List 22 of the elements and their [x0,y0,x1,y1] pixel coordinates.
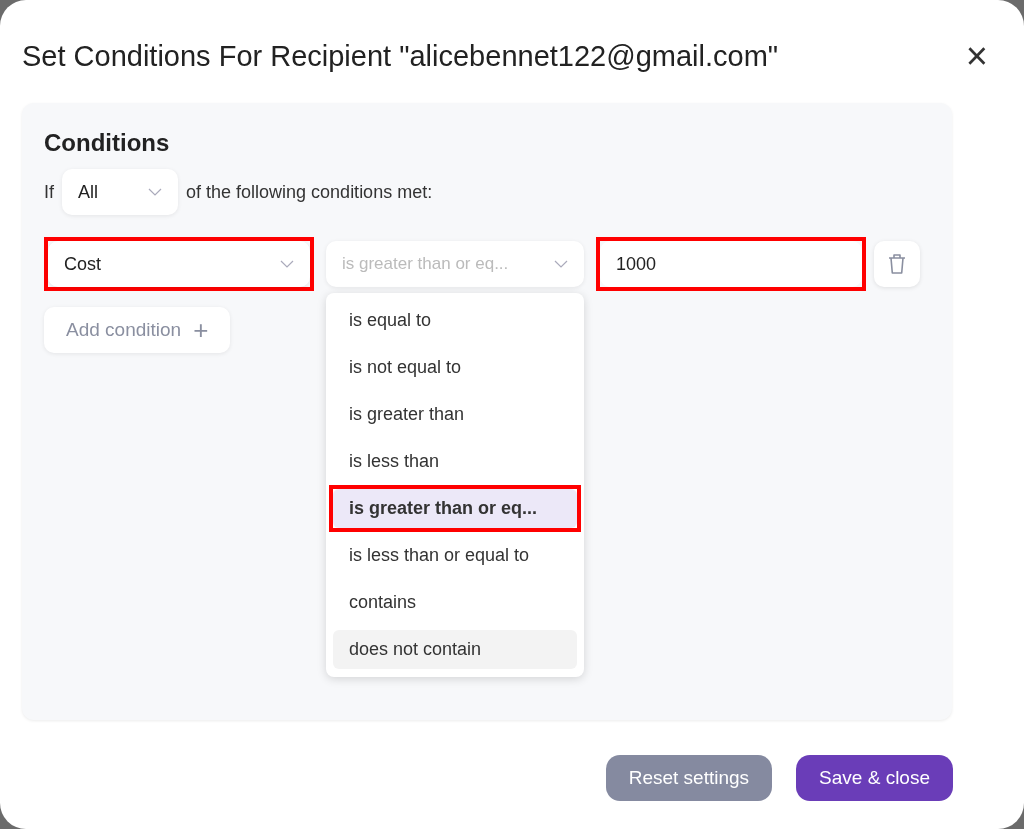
trash-icon [887,253,907,275]
field-dropdown[interactable]: Cost [48,241,310,287]
chevron-down-icon [148,188,162,196]
value-input[interactable]: 1000 [600,241,862,287]
if-label: If [44,181,54,203]
save-button[interactable]: Save & close [796,755,953,801]
menu-option[interactable]: is greater than [333,395,577,434]
match-dropdown[interactable]: All [62,169,178,215]
menu-option[interactable]: is less than or equal to [333,536,577,575]
menu-option[interactable]: contains [333,583,577,622]
dialog-title: Set Conditions For Recipient "alicebennet122@gmail.com" [22,39,779,73]
close-button[interactable]: × [951,37,1002,75]
menu-option[interactable]: is greater than or eq... [333,489,577,528]
menu-option[interactable]: is not equal to [333,348,577,387]
condition-sentence: of the following conditions met: [186,181,433,203]
delete-button[interactable] [874,241,920,287]
section-heading: Conditions [44,129,170,157]
menu-option[interactable]: does not contain [333,630,577,669]
chevron-down-icon [554,260,568,268]
menu-option[interactable]: is less than [333,442,577,481]
menu-option[interactable]: is equal to [333,301,577,340]
chevron-down-icon [280,260,294,268]
